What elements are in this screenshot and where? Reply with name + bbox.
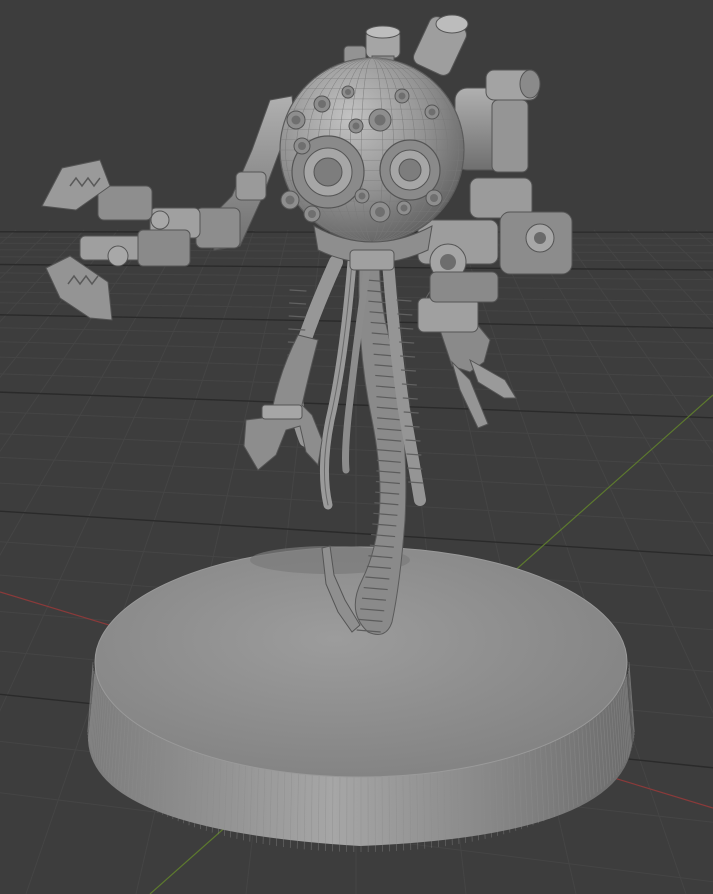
- viewport-canvas[interactable]: [0, 0, 713, 894]
- 3d-viewport[interactable]: [0, 0, 713, 894]
- model-arm-left: [41, 95, 297, 321]
- model-pincer-left: [243, 334, 323, 471]
- robot-sculpt-icon[interactable]: [41, 14, 635, 852]
